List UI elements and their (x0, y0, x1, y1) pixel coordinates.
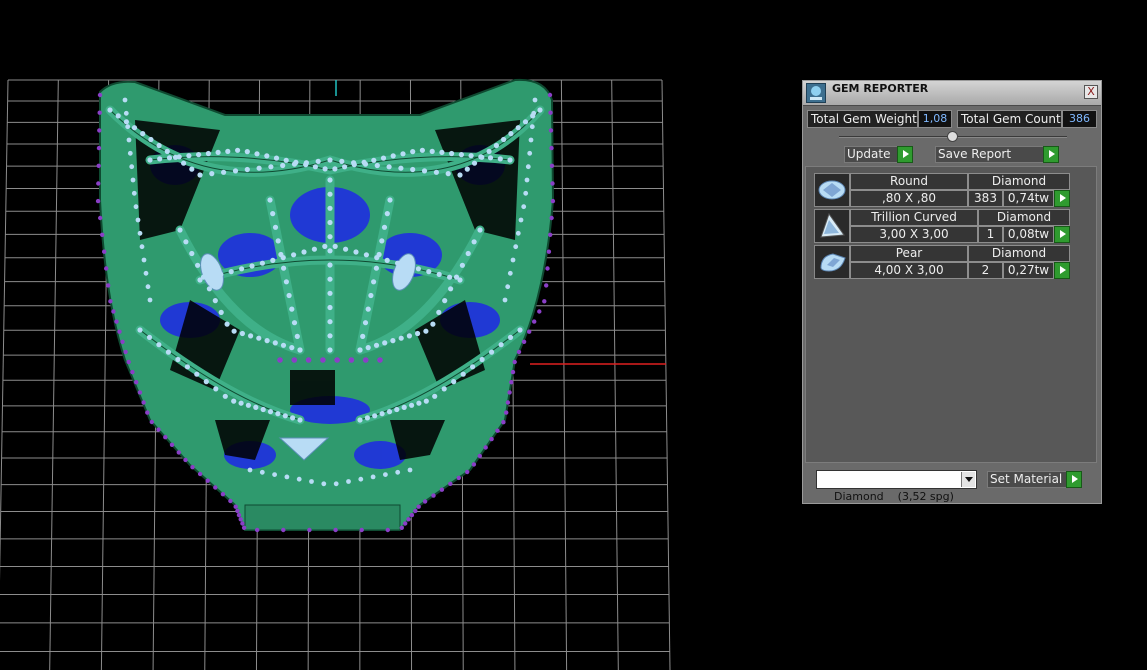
gem-shape: Trillion Curved (850, 209, 978, 226)
gem-weight: 0,08tw (1003, 226, 1054, 243)
gem-reporter-panel: GEM REPORTER X Total Gem Weight 1,08 Tot… (802, 80, 1102, 504)
update-arrow-icon[interactable] (897, 146, 913, 163)
panel-slider-knob[interactable] (947, 131, 958, 142)
gem-count: 383 (968, 190, 1003, 207)
gem-reporter-titlebar[interactable]: GEM REPORTER X (803, 81, 1101, 106)
total-gem-count-value: 386 (1062, 110, 1097, 128)
material-select[interactable]: Diamond (3,52 spg) (816, 470, 977, 503)
gem-shape: Pear (850, 245, 968, 262)
gem-size: 4,00 X 3,00 (850, 262, 968, 279)
set-material-button[interactable]: Set Material (987, 471, 1067, 488)
gem-count: 2 (968, 262, 1003, 279)
total-gem-weight-label: Total Gem Weight (807, 110, 918, 128)
gem-material: Diamond (978, 209, 1070, 226)
gem-size: ,80 X ,80 (850, 190, 968, 207)
save-report-arrow-icon[interactable] (1043, 146, 1059, 163)
set-material-arrow-icon[interactable] (1066, 471, 1082, 488)
gem-weight: 0,74tw (1003, 190, 1054, 207)
chevron-down-icon[interactable] (961, 472, 975, 487)
gem-row-trillion[interactable]: Trillion Curved Diamond 3,00 X 3,00 1 0,… (814, 209, 1072, 243)
row-arrow-icon[interactable] (1054, 262, 1070, 279)
total-gem-weight-value: 1,08 (918, 110, 952, 128)
row-arrow-icon[interactable] (1054, 190, 1070, 207)
material-select-value: Diamond (3,52 spg) (834, 490, 954, 503)
panther-head-model[interactable] (95, 78, 556, 533)
close-icon[interactable]: X (1084, 85, 1098, 99)
row-arrow-icon[interactable] (1054, 226, 1070, 243)
gem-row-round[interactable]: Round Diamond ,80 X ,80 383 0,74tw (814, 173, 1072, 207)
gem-list: Round Diamond ,80 X ,80 383 0,74tw Trill… (805, 166, 1097, 463)
gem-reporter-icon (806, 83, 826, 103)
trillion-gem-icon (814, 209, 850, 243)
save-report-button[interactable]: Save Report (935, 146, 1045, 163)
gem-row-pear[interactable]: Pear Diamond 4,00 X 3,00 2 0,27tw (814, 245, 1072, 279)
model-base (244, 504, 401, 531)
gem-shape: Round (850, 173, 968, 190)
panel-title: GEM REPORTER (832, 82, 929, 95)
gem-material: Diamond (968, 173, 1070, 190)
round-gem-icon (814, 173, 850, 207)
pear-gem-icon (814, 245, 850, 279)
gem-size: 3,00 X 3,00 (850, 226, 978, 243)
gem-weight: 0,27tw (1003, 262, 1054, 279)
total-gem-count-label: Total Gem Count (957, 110, 1062, 128)
gem-count: 1 (978, 226, 1003, 243)
gem-material: Diamond (968, 245, 1070, 262)
update-button[interactable]: Update (844, 146, 898, 163)
3d-viewport[interactable] (0, 0, 700, 670)
